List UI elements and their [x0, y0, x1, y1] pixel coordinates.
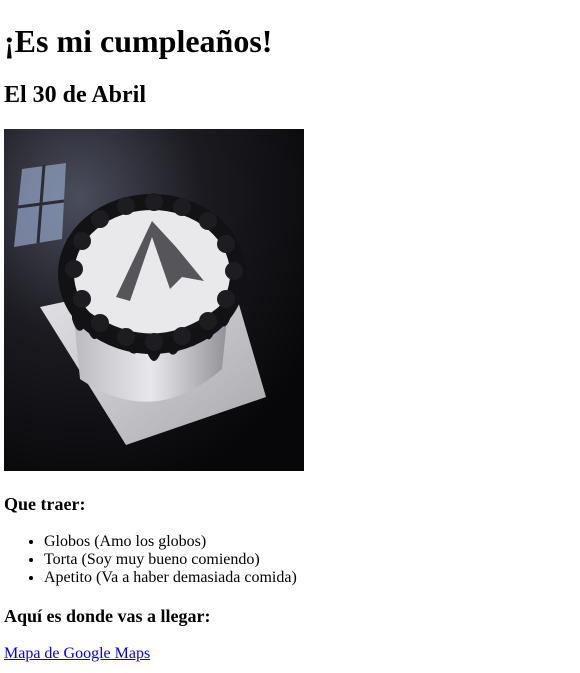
page-title: ¡Es mi cumpleaños!: [4, 23, 273, 59]
birthday-cake-photo: [4, 129, 304, 471]
page: ¡Es mi cumpleaños! El 30 de Abril Que tr…: [0, 0, 580, 673]
location-heading: Aquí es donde vas a llegar:: [4, 606, 211, 626]
list-item: Torta (Soy muy bueno comiendo): [44, 551, 580, 569]
list-item: Globos (Amo los globos): [44, 533, 580, 551]
bring-list: Globos (Amo los globos) Torta (Soy muy b…: [4, 533, 580, 587]
bring-heading: Que traer:: [4, 494, 86, 514]
google-maps-link[interactable]: Mapa de Google Maps: [4, 645, 150, 663]
cake-image-drawing: [4, 129, 304, 471]
party-date: El 30 de Abril: [4, 82, 147, 108]
list-item: Apetito (Va a haber demasiada comida): [44, 569, 580, 587]
